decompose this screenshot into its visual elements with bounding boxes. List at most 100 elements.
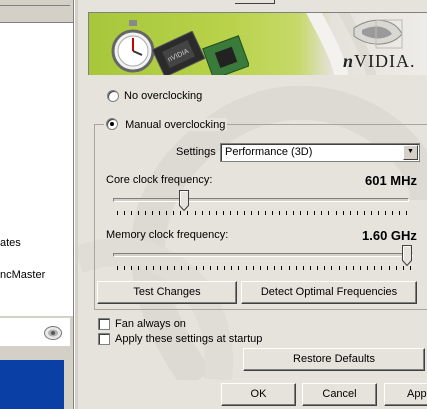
slider-tick xyxy=(331,266,332,270)
slider-tick xyxy=(286,211,287,215)
slider-tick xyxy=(237,211,238,215)
restore-defaults-button[interactable]: Restore Defaults xyxy=(243,348,425,371)
slider-tick xyxy=(153,266,154,270)
fan-always-on-label[interactable]: Fan always on xyxy=(115,318,186,330)
slider-tick xyxy=(406,211,407,215)
slider-tick xyxy=(124,266,125,270)
slider-tick xyxy=(146,266,147,270)
settings-label: Settings xyxy=(176,146,216,158)
slider-tick xyxy=(260,266,261,270)
manual-overclocking-radio[interactable] xyxy=(106,118,118,130)
slider-tick xyxy=(274,266,275,270)
slider-tick xyxy=(209,211,210,215)
slider-tick xyxy=(378,211,379,215)
memory-clock-ticks xyxy=(117,266,411,270)
slider-tick xyxy=(289,266,290,270)
settings-dropdown-value: Performance (3D) xyxy=(225,146,313,158)
memory-clock-slider-thumb[interactable] xyxy=(402,245,412,266)
slider-tick xyxy=(196,266,197,270)
detect-optimal-frequencies-button[interactable]: Detect Optimal Frequencies xyxy=(241,281,417,304)
slider-tick xyxy=(244,211,245,215)
slider-tick xyxy=(224,266,225,270)
slider-tick xyxy=(385,211,386,215)
top-frame-edge xyxy=(235,0,275,4)
nvidia-wordmark-rest: VIDIA. xyxy=(354,51,416,71)
slider-tick xyxy=(258,211,259,215)
slider-tick xyxy=(339,266,340,270)
slider-tick xyxy=(138,211,139,215)
slider-tick xyxy=(317,266,318,270)
slider-tick xyxy=(328,211,329,215)
slider-tick xyxy=(238,266,239,270)
slider-tick xyxy=(167,266,168,270)
slider-tick xyxy=(265,211,266,215)
apply-at-startup-label[interactable]: Apply these settings at startup xyxy=(115,333,262,345)
nvidia-wordmark-n: n xyxy=(343,51,355,71)
memory-clock-slider[interactable] xyxy=(106,243,420,273)
core-clock-value: 601 MHz xyxy=(365,173,418,188)
slider-tick xyxy=(381,266,382,270)
slider-tick xyxy=(399,211,400,215)
slider-tick xyxy=(364,211,365,215)
slider-tick xyxy=(396,266,397,270)
slider-tick xyxy=(160,266,161,270)
apply-button[interactable]: App xyxy=(384,383,427,406)
slider-tick xyxy=(343,211,344,215)
tree-item-1[interactable]: ates xyxy=(0,237,21,249)
memory-clock-slider-track xyxy=(113,253,413,257)
core-clock-slider-track xyxy=(113,198,409,202)
manual-overclocking-label[interactable]: Manual overclocking xyxy=(125,119,225,131)
memory-clock-value: 1.60 GHz xyxy=(362,228,417,243)
slider-tick xyxy=(324,266,325,270)
slider-tick xyxy=(180,211,181,215)
slider-tick xyxy=(173,211,174,215)
no-overclocking-radio[interactable] xyxy=(107,90,119,102)
slider-tick xyxy=(216,211,217,215)
slider-tick xyxy=(367,266,368,270)
slider-tick xyxy=(307,211,308,215)
slider-tick xyxy=(410,266,411,270)
slider-tick xyxy=(272,211,273,215)
slider-tick xyxy=(187,211,188,215)
manual-overclocking-option[interactable]: Manual overclocking xyxy=(104,118,228,131)
slider-tick xyxy=(188,266,189,270)
test-changes-button[interactable]: Test Changes xyxy=(97,281,237,304)
slider-tick xyxy=(357,211,358,215)
slider-tick xyxy=(350,211,351,215)
slider-tick xyxy=(403,266,404,270)
top-stub xyxy=(0,0,70,6)
dropdown-arrow-icon[interactable]: ▼ xyxy=(403,145,418,160)
slider-tick xyxy=(231,266,232,270)
slider-tick xyxy=(124,211,125,215)
apply-at-startup-checkbox[interactable] xyxy=(98,333,110,345)
slider-tick xyxy=(371,211,372,215)
ok-button[interactable]: OK xyxy=(221,383,296,406)
slider-tick xyxy=(314,211,315,215)
fan-always-on-checkbox[interactable] xyxy=(98,318,110,330)
nvidia-eye-icon[interactable] xyxy=(44,326,62,340)
tree-item-2[interactable]: ncMaster xyxy=(0,269,45,281)
memory-clock-label: Memory clock frequency: xyxy=(106,229,229,241)
slider-tick xyxy=(321,211,322,215)
slider-tick xyxy=(392,211,393,215)
slider-tick xyxy=(346,266,347,270)
slider-tick xyxy=(131,211,132,215)
cancel-button[interactable]: Cancel xyxy=(302,383,377,406)
slider-tick xyxy=(251,211,252,215)
core-clock-slider[interactable] xyxy=(106,188,416,218)
no-overclocking-label[interactable]: No overclocking xyxy=(124,90,202,102)
slider-tick xyxy=(217,266,218,270)
slider-tick xyxy=(166,211,167,215)
device-tree[interactable]: ates ncMaster xyxy=(0,22,74,316)
slider-tick xyxy=(300,211,301,215)
slider-tick xyxy=(310,266,311,270)
core-clock-slider-thumb[interactable] xyxy=(179,190,189,211)
slider-tick xyxy=(145,211,146,215)
settings-dropdown[interactable]: Performance (3D) ▼ xyxy=(220,143,420,162)
slider-tick xyxy=(210,266,211,270)
pane-separator xyxy=(73,0,75,409)
slider-tick xyxy=(223,211,224,215)
slider-tick xyxy=(281,266,282,270)
slider-tick xyxy=(293,211,294,215)
slider-tick xyxy=(117,266,118,270)
